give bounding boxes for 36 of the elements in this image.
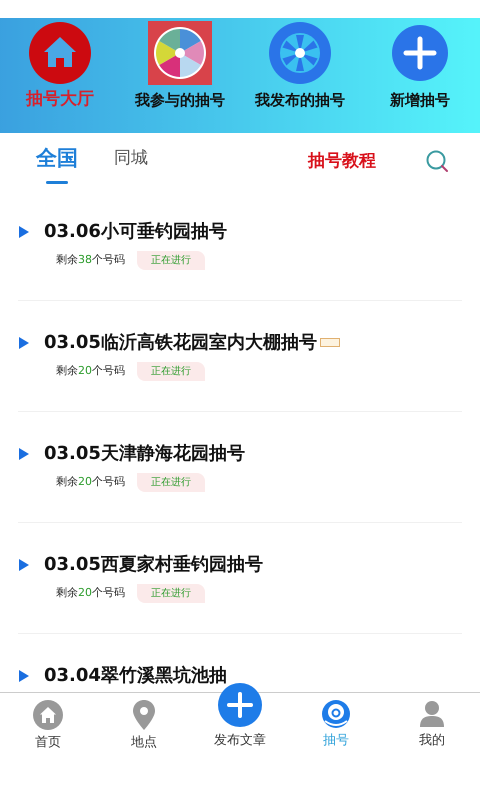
header-menu-item[interactable]: 我参与的抽号 — [120, 21, 240, 112]
plus-icon — [218, 683, 262, 727]
play-icon — [18, 668, 30, 682]
search-icon — [426, 150, 450, 174]
draw-title[interactable]: 03.05天津静海花园抽号 — [44, 440, 245, 467]
header-menu-item[interactable]: 我发布的抽号 — [240, 21, 360, 112]
person-icon — [418, 699, 446, 729]
home-icon — [28, 21, 92, 85]
status-tag: 正在进行 — [137, 584, 205, 603]
remaining-count-text: 剩余20个号码 — [56, 474, 125, 490]
draw-title[interactable]: 03.05西夏家村垂钓园抽号 — [44, 551, 263, 578]
play-icon — [18, 336, 30, 350]
bottom-nav-item[interactable]: 地点 — [99, 693, 189, 760]
play-icon — [18, 446, 30, 460]
color-wheel-icon — [148, 21, 212, 85]
wheel-icon — [268, 21, 332, 85]
draw-title[interactable]: 03.04翠竹溪黑坑池抽 — [44, 662, 227, 689]
region-tab[interactable]: 同城 — [114, 146, 148, 178]
search-button[interactable] — [426, 149, 450, 174]
draw-title[interactable]: 03.05临沂高铁花园室内大棚抽号 — [44, 329, 317, 356]
bottom-nav-item[interactable]: 首页 — [3, 693, 93, 760]
play-icon — [18, 558, 30, 572]
remaining-count-text: 剩余20个号码 — [56, 363, 125, 380]
status-tag: 正在进行 — [137, 251, 205, 270]
remaining-count-text: 剩余20个号码 — [56, 585, 125, 602]
location-pin-icon — [132, 699, 156, 731]
draw-title[interactable]: 03.06小可垂钓园抽号 — [44, 218, 227, 245]
home-icon — [32, 699, 64, 731]
bottom-nav-item[interactable]: 我的 — [387, 693, 477, 760]
status-tag: 正在进行 — [137, 362, 205, 381]
ball-icon — [321, 699, 351, 729]
status-tag: 正在进行 — [137, 473, 205, 492]
header-menu-item[interactable]: 新增抽号 — [360, 21, 480, 112]
play-icon — [18, 224, 30, 238]
remaining-count-text: 剩余38个号码 — [56, 252, 125, 268]
tutorial-link[interactable]: 抽号教程 — [308, 148, 376, 174]
